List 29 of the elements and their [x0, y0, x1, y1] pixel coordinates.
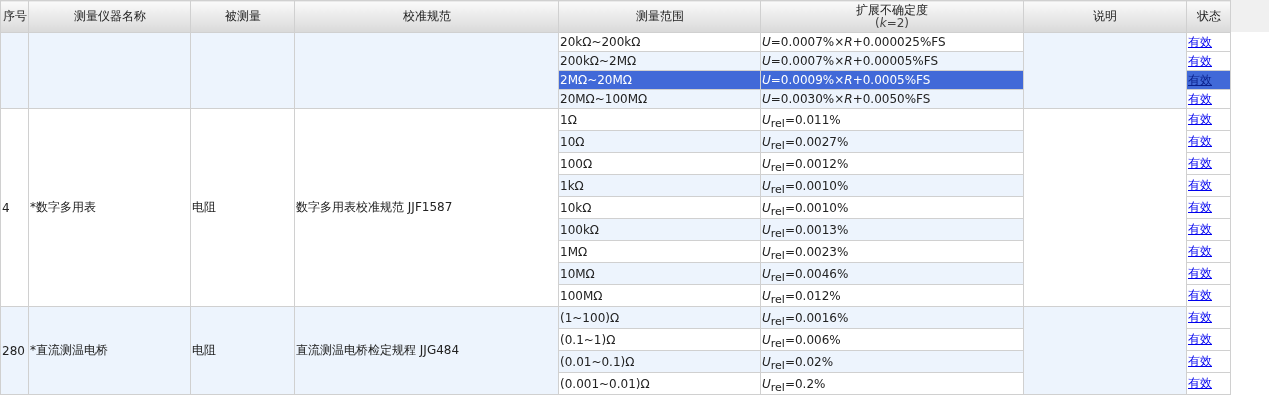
column-header: 被测量	[190, 0, 295, 33]
table-cell: *数字多用表	[28, 108, 191, 307]
table-cell: (1~100)Ω	[558, 306, 761, 329]
column-header: 测量仪器名称	[28, 0, 191, 33]
column-header: 测量范围	[558, 0, 761, 33]
table-cell: 100Ω	[558, 152, 761, 175]
table-cell: 100kΩ	[558, 218, 761, 241]
column-header: 扩展不确定度 (k=2)	[760, 0, 1024, 33]
table-cell: 10kΩ	[558, 196, 761, 219]
table-cell: 1kΩ	[558, 174, 761, 197]
column-header: 校准规范	[294, 0, 559, 33]
column-header: 序号	[0, 0, 29, 33]
table-cell: 电阻	[190, 306, 295, 395]
table-cell: (0.1~1)Ω	[558, 328, 761, 351]
table-cell: 280	[0, 306, 29, 395]
table-cell: *直流测温电桥	[28, 306, 191, 395]
table-cell: (0.01~0.1)Ω	[558, 350, 761, 373]
table-cell: 电阻	[190, 108, 295, 307]
table-cell: 直流测温电桥检定规程 JJG484	[294, 306, 559, 395]
table-cell: 100MΩ	[558, 284, 761, 307]
table-cell: (0.001~0.01)Ω	[558, 372, 761, 395]
column-header: 说明	[1023, 0, 1187, 33]
column-header: 状态	[1186, 0, 1231, 33]
table-cell: 1Ω	[558, 108, 761, 131]
table-cell: 10Ω	[558, 130, 761, 153]
table-cell: 数字多用表校准规范 JJF1587	[294, 108, 559, 307]
table-cell: 10MΩ	[558, 262, 761, 285]
table-cell: 1MΩ	[558, 240, 761, 263]
table-cell: 4	[0, 108, 29, 307]
